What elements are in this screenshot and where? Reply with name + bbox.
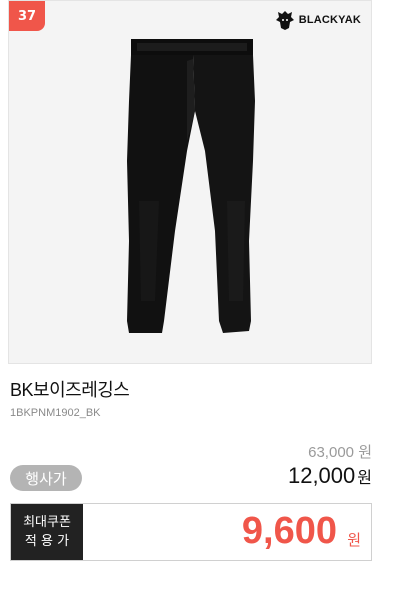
brand-name: BLACKYAK <box>298 14 361 26</box>
original-price-value: 63,000 <box>308 444 355 461</box>
sale-price-value: 12,000 <box>287 463 356 488</box>
brand-logo: BLACKYAK <box>274 9 361 31</box>
product-card[interactable]: 37 BLACKYAK BK보이즈레깅스 1BKPNM1902_BK 63,00… <box>0 0 400 600</box>
black-leggings-image <box>9 1 371 363</box>
original-price-unit: 원 <box>358 444 372 461</box>
rank-badge: 37 <box>9 1 45 31</box>
sale-tag: 행사가 <box>10 465 82 491</box>
coupon-price-box: 최대쿠폰 적 용 가 9,600 원 <box>10 503 372 561</box>
coupon-label-line2: 적 용 가 <box>24 534 70 549</box>
rank-number: 37 <box>17 8 37 24</box>
original-price: 63,000 원 <box>308 441 372 462</box>
sale-price: 12,000 원 <box>288 463 372 489</box>
coupon-label: 최대쿠폰 적 용 가 <box>11 504 83 560</box>
product-name[interactable]: BK보이즈레깅스 <box>10 376 130 402</box>
sale-tag-label: 행사가 <box>25 470 67 488</box>
product-code: 1BKPNM1902_BK <box>10 407 101 419</box>
coupon-price-unit: 원 <box>347 531 361 549</box>
product-image-box[interactable]: 37 BLACKYAK <box>8 0 372 364</box>
coupon-label-line1: 최대쿠폰 <box>23 515 71 530</box>
sale-price-unit: 원 <box>357 470 372 487</box>
coupon-price-value: 9,600 <box>241 510 337 552</box>
yak-head-icon <box>275 11 294 30</box>
